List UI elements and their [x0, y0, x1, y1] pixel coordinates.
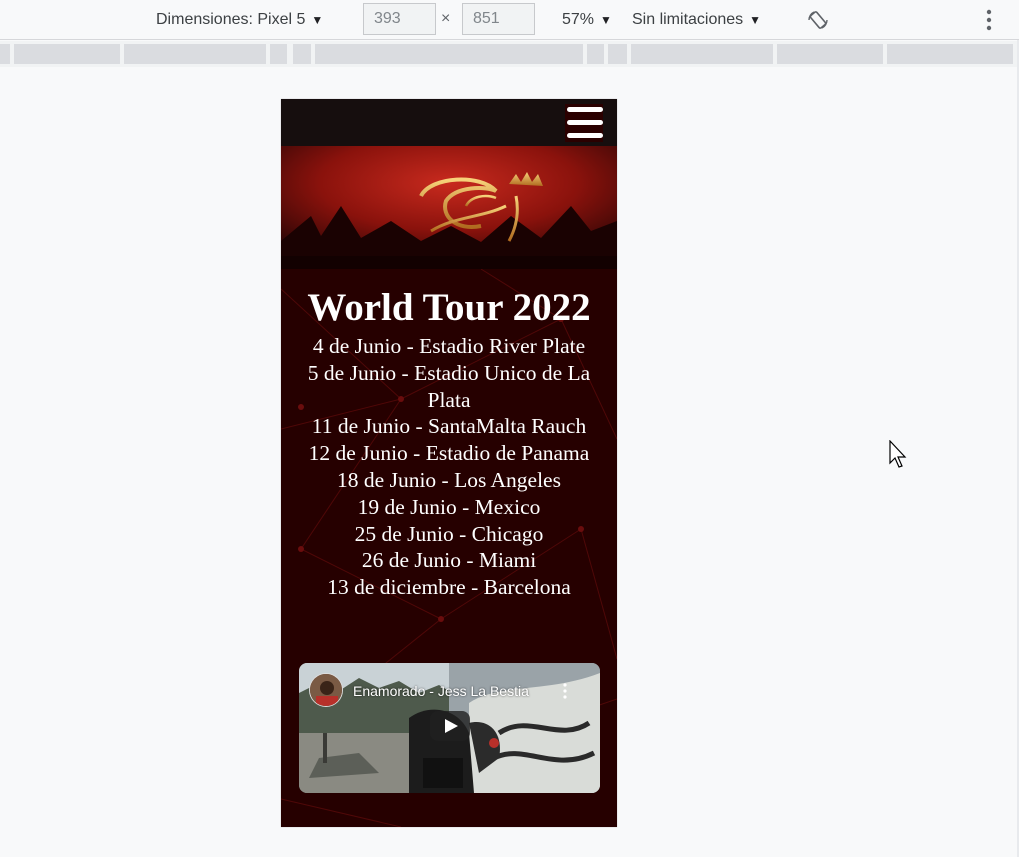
media-query-segment[interactable] [608, 44, 627, 64]
tour-section: World Tour 2022 4 de Junio - Estadio Riv… [281, 285, 617, 601]
hamburger-icon[interactable] [565, 104, 603, 142]
media-query-segment[interactable] [124, 44, 266, 64]
media-query-segment[interactable] [777, 44, 883, 64]
tour-date: 5 de Junio - Estadio Unico de La Plata [307, 360, 591, 412]
tour-date: 4 de Junio - Estadio River Plate [312, 334, 586, 358]
more-vertical-icon[interactable] [561, 683, 569, 699]
site-navbar [281, 99, 617, 146]
media-query-segment[interactable] [631, 44, 773, 64]
media-query-segment[interactable] [887, 44, 1013, 64]
tour-title: World Tour 2022 [307, 286, 591, 329]
chevron-down-icon: ▼ [749, 13, 762, 27]
width-input[interactable] [363, 3, 436, 35]
rotate-icon[interactable] [806, 8, 830, 32]
band-logo-banner [281, 146, 617, 269]
zoom-select[interactable]: 57% ▼ [562, 0, 612, 40]
tour-date: 11 de Junio - SantaMalta Rauch [311, 414, 587, 439]
media-query-segment[interactable] [293, 44, 311, 64]
video-title[interactable]: Enamorado - Jess La Bestia [353, 683, 529, 699]
media-query-segment[interactable] [315, 44, 583, 64]
media-query-bar [0, 41, 1019, 67]
throttle-select[interactable]: Sin limitaciones ▼ [632, 0, 761, 40]
chevron-down-icon: ▼ [311, 13, 324, 27]
media-query-segment[interactable] [14, 44, 120, 64]
media-query-segment[interactable] [270, 44, 287, 64]
zoom-label: 57% [562, 11, 595, 28]
more-vertical-icon[interactable] [978, 8, 1000, 32]
tour-date: 25 de Junio - Chicago [354, 521, 544, 546]
media-query-segment[interactable] [0, 44, 10, 64]
tour-date: 26 de Junio - Miami [361, 548, 537, 573]
device-select[interactable]: Dimensiones: Pixel 5 ▼ [156, 0, 323, 40]
mouse-pointer-icon [889, 440, 907, 468]
youtube-embed[interactable]: Enamorado - Jess La Bestia [299, 663, 600, 793]
times-symbol: × [441, 10, 451, 27]
chevron-down-icon: ▼ [600, 13, 612, 27]
media-query-segment[interactable] [587, 44, 604, 64]
tour-date: 18 de Junio - Los Angeles [337, 467, 561, 492]
tour-date: 12 de Junio - Estadio de Panama [308, 441, 590, 466]
tour-date: 13 de diciembre - Barcelona [327, 575, 571, 600]
device-viewport: World Tour 2022 4 de Junio - Estadio Riv… [281, 99, 617, 827]
tour-dates-list: 4 de Junio - Estadio River Plate 5 de Ju… [281, 333, 617, 601]
play-icon[interactable] [430, 711, 470, 741]
channel-avatar[interactable] [309, 673, 343, 707]
device-label: Dimensiones: Pixel 5 [156, 11, 306, 28]
height-input[interactable] [462, 3, 535, 35]
tour-date: 19 de Junio - Mexico [357, 494, 541, 519]
device-toolbar: Dimensiones: Pixel 5 ▼ × 57% ▼ Sin limit… [0, 0, 1019, 40]
throttle-label: Sin limitaciones [632, 11, 744, 28]
